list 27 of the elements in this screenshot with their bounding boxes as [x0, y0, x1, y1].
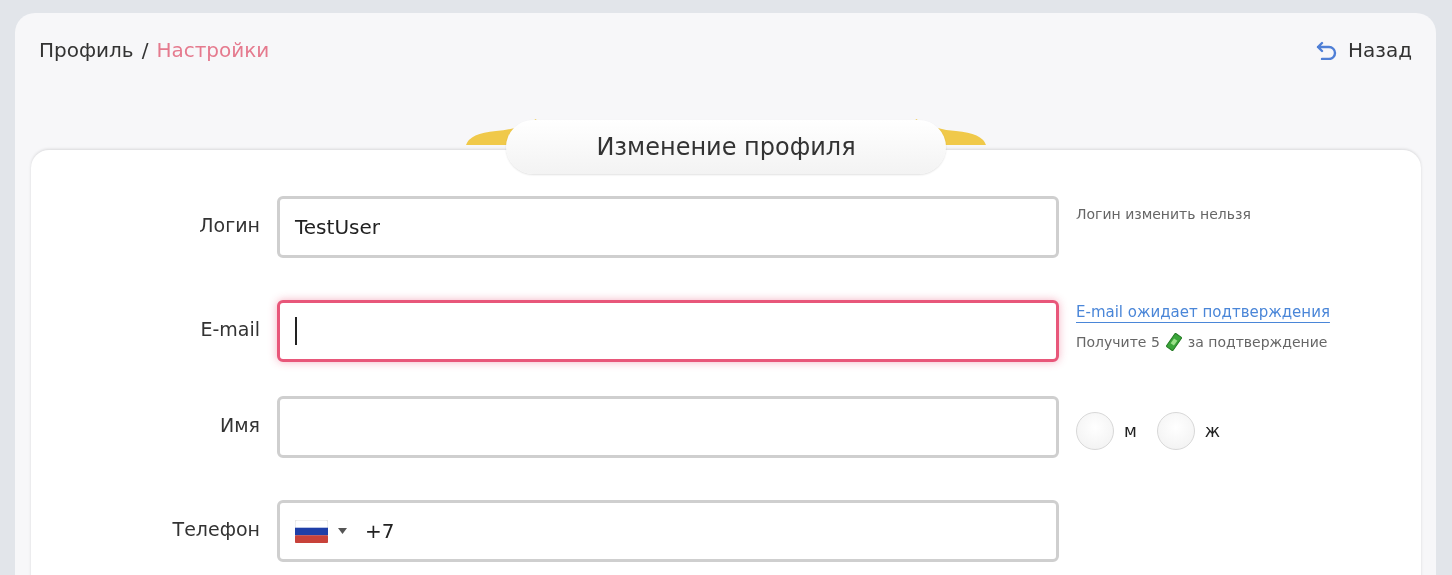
field-value: TestUser — [295, 215, 380, 239]
field-label: Логин — [199, 214, 260, 236]
card-title: Изменение профиля — [506, 120, 946, 174]
radio-label: м — [1124, 421, 1137, 441]
breadcrumb-separator: / — [141, 38, 149, 62]
radio-button[interactable] — [1076, 412, 1114, 450]
flag-icon — [295, 519, 328, 543]
back-button[interactable]: Назад — [1316, 38, 1412, 62]
login-field[interactable]: TestUser — [277, 196, 1059, 258]
reward-text: за подтверждение — [1187, 334, 1328, 350]
undo-icon — [1316, 40, 1338, 60]
breadcrumb-current: Настройки — [156, 38, 270, 62]
confirm-email-link[interactable]: E-mail ожидает подтверждения — [1076, 303, 1330, 321]
field-label: E-mail — [200, 318, 260, 340]
breadcrumb-link[interactable]: Профиль — [39, 38, 134, 62]
field-label: Телефон — [172, 518, 260, 540]
radio-button[interactable] — [1156, 412, 1195, 450]
name-field[interactable] — [277, 396, 1059, 458]
field-value: +7 — [365, 519, 395, 543]
phone-field[interactable]: +7 — [277, 500, 1059, 562]
email-field[interactable] — [277, 300, 1059, 362]
radio-label: ж — [1204, 421, 1221, 441]
field-note: Логин изменить нельзя — [1076, 206, 1252, 222]
text-cursor — [295, 317, 297, 345]
dropdown-caret-icon[interactable] — [338, 528, 347, 534]
field-label: Имя — [220, 414, 260, 436]
reward-text: Получите 5 — [1076, 334, 1160, 350]
